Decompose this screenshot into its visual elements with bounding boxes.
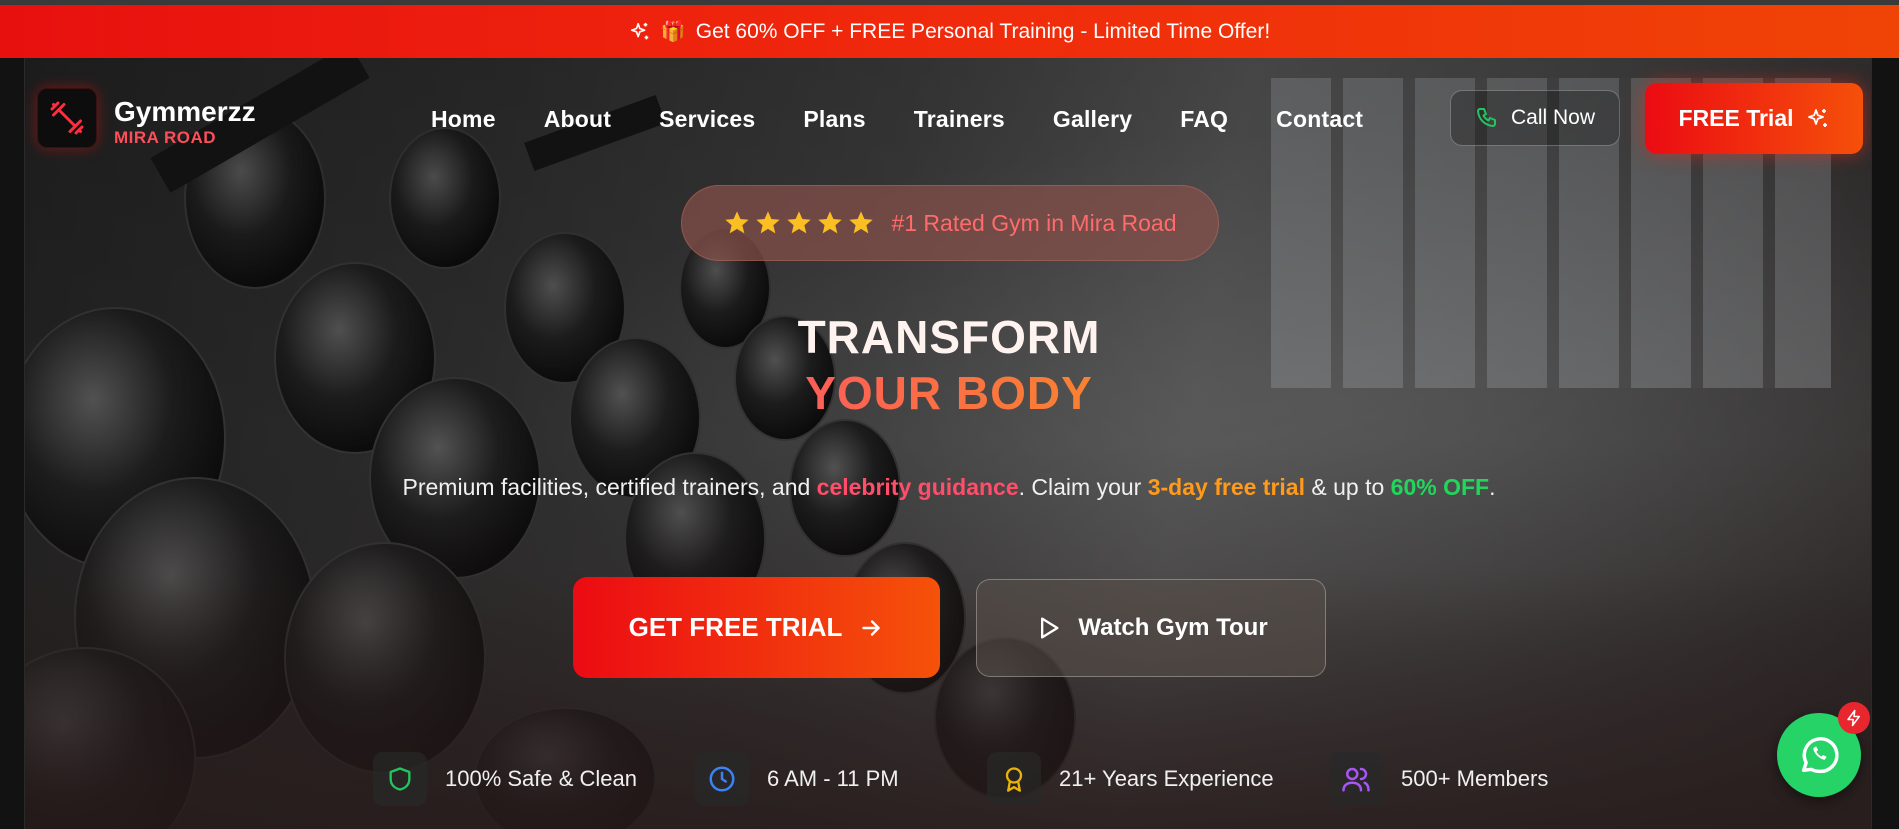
feature-item-experience: 21+ Years Experience <box>987 752 1274 806</box>
brand-location: MIRA ROAD <box>114 128 217 147</box>
hero-headline-line1: TRANSFORM <box>797 311 1101 363</box>
star-icon <box>725 211 750 234</box>
hero-headline-line2: YOUR BODY <box>25 366 1871 420</box>
feature-label: 100% Safe & Clean <box>445 766 638 791</box>
dumbbell-icon <box>50 101 84 135</box>
star-icon <box>849 211 874 234</box>
star-icon <box>787 211 812 234</box>
sparkles-icon <box>1807 108 1827 127</box>
whatsapp-icon <box>1801 737 1839 774</box>
lightning-icon <box>1847 709 1860 727</box>
nav-item-plans[interactable]: Plans <box>779 106 889 133</box>
subtext-part: & up to <box>1304 474 1391 500</box>
subtext-part: . Claim your <box>1018 474 1148 500</box>
call-now-button[interactable]: Call Now <box>1450 90 1620 146</box>
left-gutter <box>0 58 24 829</box>
call-now-label: Call Now <box>1510 106 1596 129</box>
hero-dark-overlay <box>25 58 1871 829</box>
promo-banner[interactable]: 🎁 Get 60% OFF + FREE Personal Training -… <box>0 5 1899 58</box>
subtext-part: Premium facilities, certified trainers, … <box>402 474 817 500</box>
users-icon <box>1342 767 1370 792</box>
free-trial-label: FREE Trial <box>1678 105 1794 131</box>
brand-name[interactable]: Gymmerzz <box>114 96 256 128</box>
subtext-highlight-trial: 3-day free trial <box>1147 474 1305 500</box>
rating-badge: #1 Rated Gym in Mira Road <box>681 185 1219 261</box>
subtext-highlight-celebrity: celebrity guidance <box>816 474 1019 500</box>
subtext-highlight-discount: 60% OFF <box>1390 474 1490 500</box>
hero-subtext: Premium facilities, certified trainers, … <box>25 474 1871 501</box>
shield-icon <box>389 767 411 791</box>
gift-emoji: 🎁 <box>660 21 686 43</box>
feature-label: 6 AM - 11 PM <box>767 766 899 791</box>
arrow-right-icon <box>862 619 881 636</box>
subtext-part: . <box>1489 474 1496 500</box>
award-icon <box>1005 767 1023 792</box>
free-trial-button[interactable]: FREE Trial <box>1645 83 1863 154</box>
nav-item-home[interactable]: Home <box>407 106 520 133</box>
main-nav: Home About Services Plans Trainers Galle… <box>407 106 1387 133</box>
feature-item-members: 500+ Members <box>1329 752 1548 806</box>
feature-item-hours: 6 AM - 11 PM <box>695 752 899 806</box>
promo-text: Get 60% OFF + FREE Personal Training - L… <box>695 19 1271 43</box>
feature-label: 500+ Members <box>1401 766 1549 791</box>
feature-item-safe: 100% Safe & Clean <box>373 752 637 806</box>
watch-gym-tour-button[interactable]: Watch Gym Tour <box>976 579 1326 677</box>
hero-section: Gymmerzz MIRA ROAD Home About Services P… <box>24 58 1872 829</box>
get-free-trial-button[interactable]: GET FREE TRIAL <box>573 577 940 678</box>
right-gutter <box>1872 58 1899 829</box>
play-icon <box>1041 617 1059 639</box>
get-free-trial-label: GET FREE TRIAL <box>628 612 843 642</box>
rating-text: #1 Rated Gym in Mira Road <box>891 209 1177 236</box>
feature-strip: 100% Safe & Clean 6 AM - 11 PM 21+ Years… <box>373 752 1573 808</box>
feature-label: 21+ Years Experience <box>1059 766 1274 791</box>
star-icon <box>756 211 781 234</box>
watch-gym-tour-label: Watch Gym Tour <box>1078 614 1268 641</box>
nav-item-gallery[interactable]: Gallery <box>1029 106 1156 133</box>
nav-item-about[interactable]: About <box>520 106 635 133</box>
brand-logo[interactable] <box>37 88 97 148</box>
star-icon <box>818 211 843 234</box>
five-star-rating <box>723 209 875 237</box>
nav-item-contact[interactable]: Contact <box>1252 106 1387 133</box>
clock-icon <box>709 766 735 792</box>
notification-badge <box>1838 702 1870 734</box>
nav-item-trainers[interactable]: Trainers <box>890 106 1029 133</box>
nav-item-services[interactable]: Services <box>635 106 779 133</box>
sparkles-icon <box>630 22 649 39</box>
phone-icon <box>1476 108 1496 127</box>
nav-item-faq[interactable]: FAQ <box>1156 106 1252 133</box>
